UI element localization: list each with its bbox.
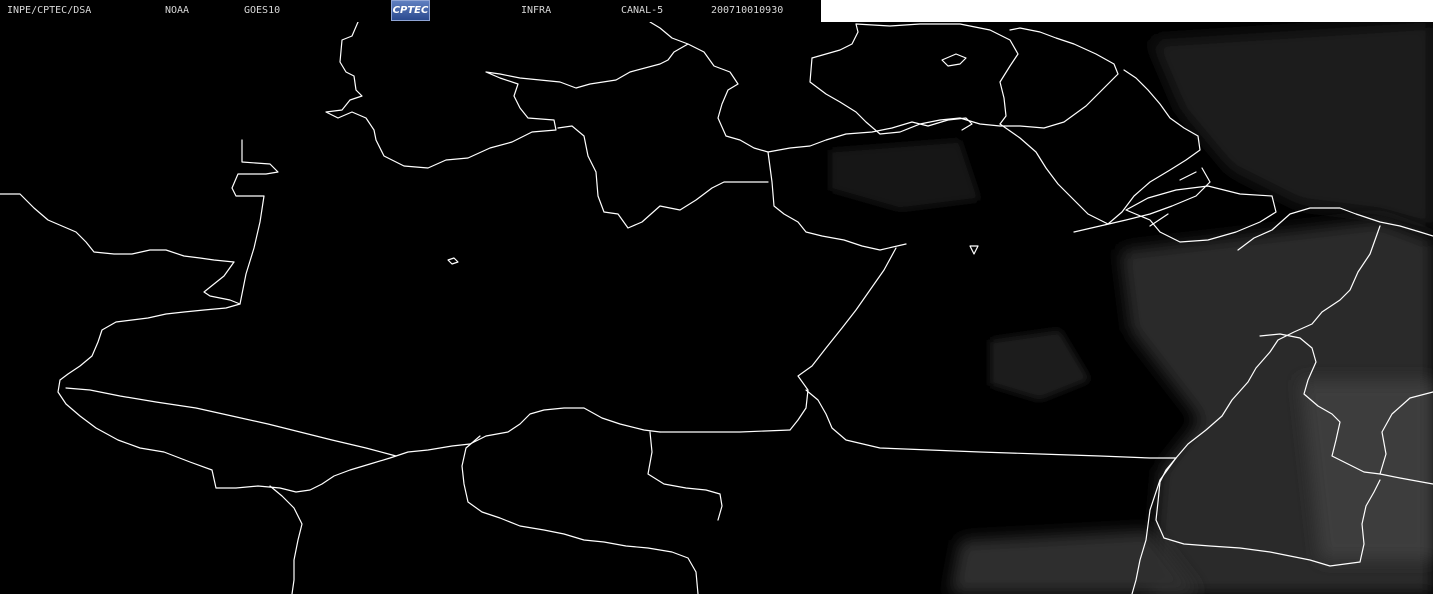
delta-channels — [1073, 167, 1211, 233]
satellite-map — [0, 22, 1433, 594]
cloud-cover — [830, 22, 1433, 594]
header-timestamp: 200710010930 — [711, 5, 784, 16]
header-institution: INPE/CPTEC/DSA — [7, 5, 92, 16]
boundary-para-amazonas-diag — [789, 247, 897, 431]
boundary-suriname — [811, 23, 1019, 125]
cloud-region-center — [990, 330, 1090, 400]
cloud-region-northeast — [1150, 22, 1433, 230]
header-product: INFRA — [521, 5, 552, 16]
boundary-rondonia — [461, 435, 699, 594]
boundary-peru — [57, 303, 661, 493]
small-island — [969, 245, 979, 255]
header-agency: NOAA — [165, 5, 190, 16]
boundary-acre-amazonas — [65, 387, 397, 457]
boundary-amapa — [999, 69, 1201, 225]
lake-feature — [447, 257, 459, 265]
boundary-venezuela-north — [687, 43, 769, 153]
boundary-para-mato-grosso — [805, 389, 1177, 459]
boundary-roraima — [325, 22, 689, 169]
header-channel: CANAL-5 — [621, 5, 664, 16]
boundary-colombia — [0, 193, 235, 263]
header-satellite: GOES10 — [244, 5, 281, 16]
cptec-logo: CPTEC — [391, 0, 430, 21]
cloud-region-north — [830, 140, 980, 210]
boundary-rondonia-east — [647, 431, 723, 521]
boundary-bolivia-south — [269, 485, 303, 594]
lake-suriname — [941, 53, 967, 67]
boundary-amazonas-mato-grosso — [659, 429, 791, 433]
image-header-bar: INPE/CPTEC/DSA NOAA GOES10 CPTEC INFRA C… — [0, 0, 821, 22]
boundary-roraima-amazonas — [557, 125, 769, 229]
cptec-logo-text: CPTEC — [392, 4, 429, 16]
header-blank-area — [821, 0, 1433, 22]
boundary-amazonas-para — [203, 139, 279, 305]
